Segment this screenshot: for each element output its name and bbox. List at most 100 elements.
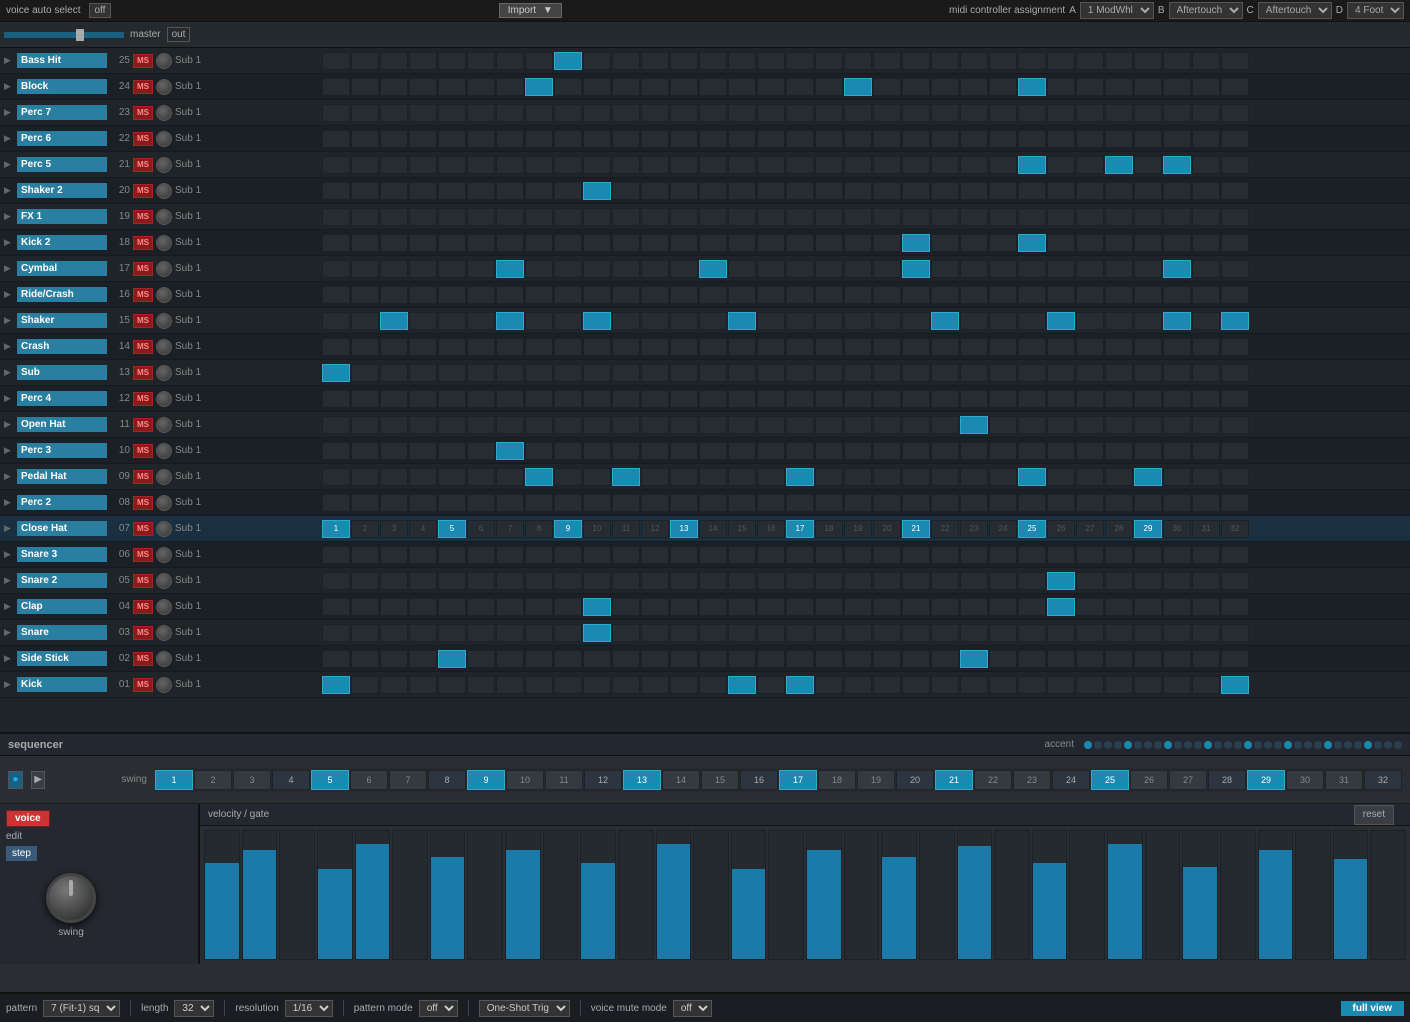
pattern-cell[interactable] (1018, 468, 1046, 486)
pattern-cell[interactable] (670, 130, 698, 148)
pattern-cell[interactable] (728, 650, 756, 668)
pattern-cell[interactable] (786, 234, 814, 252)
pattern-cell[interactable] (351, 312, 379, 330)
pattern-cell[interactable] (1018, 182, 1046, 200)
accent-dot[interactable] (1284, 741, 1292, 749)
pattern-cell[interactable] (641, 312, 669, 330)
pattern-cell[interactable] (438, 52, 466, 70)
pattern-cell[interactable] (583, 182, 611, 200)
pattern-cell[interactable] (989, 676, 1017, 694)
pattern-cell[interactable] (641, 390, 669, 408)
pattern-cell[interactable] (1221, 130, 1249, 148)
pattern-cell[interactable] (1105, 78, 1133, 96)
pattern-cell[interactable] (496, 234, 524, 252)
pattern-cell[interactable] (554, 338, 582, 356)
pattern-cell[interactable] (554, 104, 582, 122)
seq-step-btn[interactable]: 27 (1169, 770, 1207, 790)
pattern-cell[interactable] (438, 156, 466, 174)
pattern-cell[interactable] (438, 104, 466, 122)
track-expand-icon[interactable]: ▶ (4, 393, 14, 404)
seq-step-btn[interactable]: 29 (1247, 770, 1285, 790)
pattern-cell[interactable] (1047, 442, 1075, 460)
step-cell[interactable]: 6 (467, 520, 495, 538)
track-expand-icon[interactable]: ▶ (4, 185, 14, 196)
pattern-cell[interactable] (989, 234, 1017, 252)
pattern-cell[interactable] (1134, 104, 1162, 122)
pattern-cell[interactable] (1076, 286, 1104, 304)
track-name[interactable]: Perc 2 (17, 495, 107, 510)
accent-dot[interactable] (1114, 741, 1122, 749)
pattern-cell[interactable] (1105, 442, 1133, 460)
seq-step-btn[interactable]: 11 (545, 770, 583, 790)
pattern-cell[interactable] (525, 468, 553, 486)
pattern-cell[interactable] (873, 338, 901, 356)
track-knob[interactable] (156, 131, 172, 147)
pattern-cell[interactable] (670, 676, 698, 694)
pattern-cell[interactable] (670, 312, 698, 330)
track-expand-icon[interactable]: ▶ (4, 133, 14, 144)
pattern-cell[interactable] (1076, 156, 1104, 174)
pattern-cell[interactable] (1134, 468, 1162, 486)
pattern-cell[interactable] (1134, 156, 1162, 174)
pattern-cell[interactable] (409, 130, 437, 148)
pattern-cell[interactable] (409, 52, 437, 70)
track-expand-icon[interactable]: ▶ (4, 445, 14, 456)
pattern-cell[interactable] (322, 234, 350, 252)
pattern-cell[interactable] (612, 624, 640, 642)
track-knob[interactable] (156, 391, 172, 407)
pattern-cell[interactable] (989, 312, 1017, 330)
pattern-cell[interactable] (409, 442, 437, 460)
pattern-cell[interactable] (670, 390, 698, 408)
pattern-cell[interactable] (583, 208, 611, 226)
pattern-cell[interactable] (612, 104, 640, 122)
pattern-cell[interactable] (1105, 130, 1133, 148)
track-name[interactable]: Perc 3 (17, 443, 107, 458)
pattern-cell[interactable] (902, 364, 930, 382)
accent-dot[interactable] (1364, 741, 1372, 749)
vel-bar-container[interactable] (317, 830, 353, 960)
pattern-cell[interactable] (409, 286, 437, 304)
pattern-cell[interactable] (583, 650, 611, 668)
pattern-cell[interactable] (322, 416, 350, 434)
pattern-cell[interactable] (1105, 286, 1133, 304)
pattern-cell[interactable] (380, 130, 408, 148)
pattern-cell[interactable] (525, 494, 553, 512)
pattern-cell[interactable] (467, 130, 495, 148)
pattern-cell[interactable] (380, 338, 408, 356)
pattern-cell[interactable] (873, 390, 901, 408)
pattern-cell[interactable] (380, 182, 408, 200)
track-knob[interactable] (156, 339, 172, 355)
seq-step-btn[interactable]: 14 (662, 770, 700, 790)
seq-step-btn[interactable]: 26 (1130, 770, 1168, 790)
pattern-cell[interactable] (873, 234, 901, 252)
vel-bar-container[interactable] (693, 830, 729, 960)
pattern-cell[interactable] (525, 156, 553, 174)
pattern-cell[interactable] (1134, 130, 1162, 148)
pattern-cell[interactable] (757, 78, 785, 96)
pattern-cell[interactable] (1163, 650, 1191, 668)
pattern-cell[interactable] (815, 156, 843, 174)
pattern-cell[interactable] (902, 182, 930, 200)
track-knob[interactable] (156, 105, 172, 121)
pattern-cell[interactable] (1076, 650, 1104, 668)
reset-button[interactable]: reset (1354, 805, 1394, 825)
track-name[interactable]: Shaker 2 (17, 183, 107, 198)
track-name[interactable]: Kick 2 (17, 235, 107, 250)
pattern-cell[interactable] (902, 234, 930, 252)
step-cell[interactable]: 32 (1221, 520, 1249, 538)
pattern-cell[interactable] (554, 312, 582, 330)
vel-bar-container[interactable] (543, 830, 579, 960)
pattern-cell[interactable] (728, 364, 756, 382)
seq-step-btn[interactable]: 30 (1286, 770, 1324, 790)
pattern-cell[interactable] (786, 572, 814, 590)
pattern-cell[interactable] (844, 416, 872, 434)
pattern-cell[interactable] (1105, 104, 1133, 122)
pattern-cell[interactable] (583, 260, 611, 278)
track-expand-icon[interactable]: ▶ (4, 341, 14, 352)
pattern-cell[interactable] (641, 442, 669, 460)
resolution-select[interactable]: 1/16 (285, 1000, 333, 1017)
pattern-cell[interactable] (786, 260, 814, 278)
pattern-cell[interactable] (902, 416, 930, 434)
pattern-cell[interactable] (728, 390, 756, 408)
pattern-cell[interactable] (1105, 52, 1133, 70)
